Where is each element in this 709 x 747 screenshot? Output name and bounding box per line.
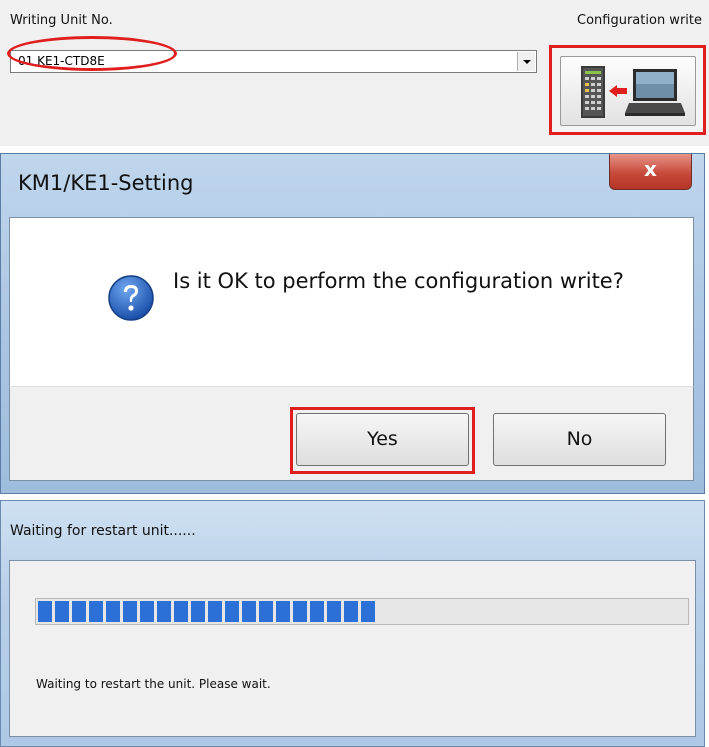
device-write-icon <box>560 56 696 126</box>
chevron-down-icon[interactable] <box>517 52 535 71</box>
dialog-title: KM1/KE1-Setting <box>18 171 194 195</box>
configuration-write-label: Configuration write <box>577 13 702 28</box>
dialog-message: Is it OK to perform the configuration wr… <box>173 269 624 293</box>
config-write-panel: Writing Unit No. Configuration write 01 … <box>0 0 709 146</box>
waiting-message: Waiting to restart the unit. Please wait… <box>36 677 271 691</box>
close-icon: x <box>644 157 657 181</box>
waiting-window-body <box>9 560 696 737</box>
question-icon <box>107 274 155 322</box>
close-button[interactable]: x <box>609 154 692 190</box>
progress-fill <box>38 601 375 622</box>
configuration-write-button[interactable] <box>549 45 706 135</box>
yes-button[interactable]: Yes <box>296 413 469 466</box>
writing-unit-label: Writing Unit No. <box>10 13 113 28</box>
unit-highlight-oval <box>7 36 177 71</box>
no-button[interactable]: No <box>493 413 666 466</box>
restart-progress-bar <box>35 598 689 625</box>
waiting-window-title: Waiting for restart unit...... <box>10 523 196 539</box>
